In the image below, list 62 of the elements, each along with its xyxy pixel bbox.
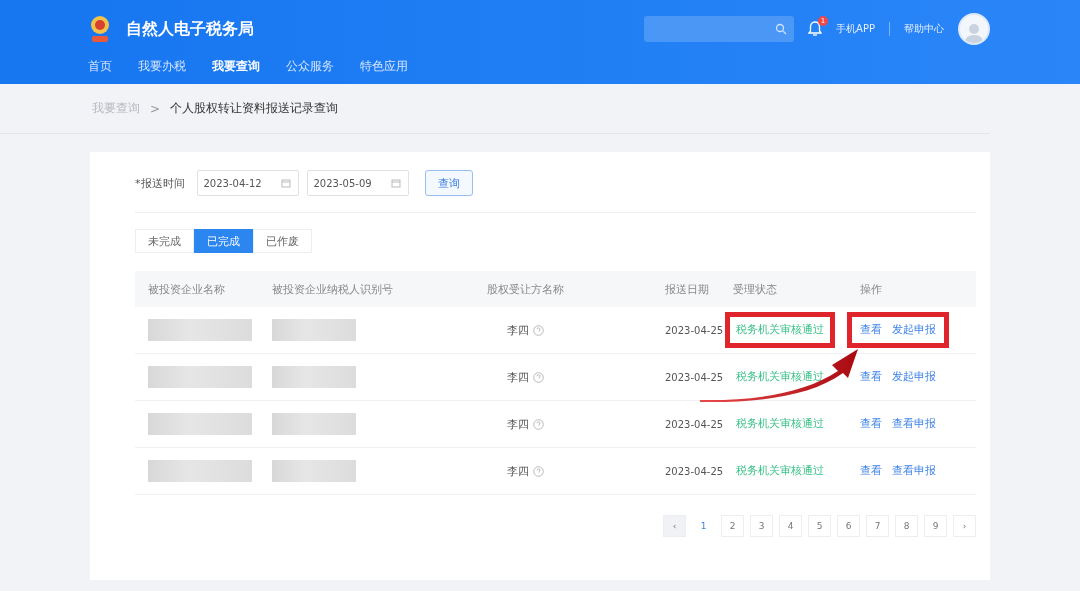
column-header: 操作 bbox=[860, 281, 883, 297]
status-text: 税务机关审核通过 bbox=[725, 312, 835, 348]
action-link[interactable]: 查看 bbox=[860, 323, 882, 337]
action-link[interactable]: 查看申报 bbox=[892, 464, 936, 478]
nav-tab[interactable]: 首页 bbox=[88, 58, 112, 75]
status-tab[interactable]: 已作废 bbox=[253, 229, 312, 253]
table-cell-text: 2023-04-25 bbox=[665, 324, 725, 336]
status-text: 税务机关审核通过 bbox=[735, 416, 825, 432]
column-header: 受理状态 bbox=[733, 281, 778, 297]
field-label: *报送时间 bbox=[135, 175, 185, 191]
page-button[interactable]: 2 bbox=[721, 515, 744, 537]
status-text: 税务机关审核通过 bbox=[735, 463, 825, 479]
emblem-icon bbox=[88, 14, 112, 44]
page-button[interactable]: 3 bbox=[750, 515, 773, 537]
column-header: 被投资企业名称 bbox=[148, 281, 226, 297]
help-icon[interactable] bbox=[532, 465, 544, 477]
avatar[interactable] bbox=[958, 13, 990, 45]
page-button[interactable]: 6 bbox=[837, 515, 860, 537]
query-button[interactable]: 查询 bbox=[424, 170, 473, 196]
header-link[interactable]: 帮助中心 bbox=[904, 22, 944, 36]
action-link[interactable]: 查看 bbox=[860, 370, 882, 384]
bell-icon[interactable] bbox=[808, 21, 823, 37]
calendar-icon bbox=[280, 178, 291, 188]
nav-tab[interactable]: 特色应用 bbox=[360, 58, 408, 75]
page-button[interactable]: 5 bbox=[808, 515, 831, 537]
date-field[interactable]: 2023-04-12 bbox=[196, 170, 299, 196]
status-text: 税务机关审核通过 bbox=[735, 369, 825, 385]
column-header: 股权受让方名称 bbox=[485, 281, 565, 297]
date-field[interactable]: 2023-05-09 bbox=[306, 170, 409, 196]
action-link[interactable]: 发起申报 bbox=[892, 323, 936, 337]
page-button[interactable]: 9 bbox=[924, 515, 947, 537]
next-page-button[interactable]: › bbox=[953, 515, 976, 537]
action-link[interactable]: 查看 bbox=[860, 464, 882, 478]
table-cell: 李四 bbox=[506, 463, 529, 479]
action-link[interactable]: 查看申报 bbox=[892, 417, 936, 431]
column-header: 被投资企业纳税人识别号 bbox=[272, 281, 394, 297]
calendar-icon bbox=[390, 178, 401, 188]
nav-tab[interactable]: 我要办税 bbox=[138, 58, 186, 75]
table-cell-text: 2023-04-25 bbox=[665, 371, 725, 383]
table-cell-text: 2023-04-25 bbox=[665, 465, 725, 477]
table-cell-text: 2023-04-25 bbox=[665, 418, 725, 430]
breadcrumb-current: 个人股权转让资料报送记录查询 bbox=[170, 100, 339, 117]
action-link[interactable]: 查看 bbox=[860, 417, 882, 431]
page-button[interactable]: 8 bbox=[895, 515, 918, 537]
header-link[interactable]: 手机APP bbox=[836, 22, 875, 36]
status-tab[interactable]: 未完成 bbox=[135, 229, 194, 253]
search-icon bbox=[775, 23, 788, 35]
help-icon[interactable] bbox=[532, 371, 544, 383]
page-button[interactable]: 7 bbox=[866, 515, 889, 537]
column-header: 报送日期 bbox=[665, 281, 710, 297]
action-link[interactable]: 发起申报 bbox=[892, 370, 936, 384]
page-button[interactable]: 4 bbox=[779, 515, 802, 537]
help-icon[interactable] bbox=[532, 324, 544, 336]
table-cell: 李四 bbox=[506, 369, 529, 385]
help-icon[interactable] bbox=[532, 418, 544, 430]
status-tab[interactable]: 已完成 bbox=[194, 229, 253, 253]
nav-tab[interactable]: 我要查询 bbox=[212, 58, 260, 75]
nav-tab[interactable]: 公众服务 bbox=[286, 58, 334, 75]
site-title: 自然人电子税务局 bbox=[126, 18, 254, 40]
breadcrumb-separator: > bbox=[150, 101, 161, 116]
table-cell: 李四 bbox=[506, 416, 529, 432]
table-cell: 李四 bbox=[506, 322, 529, 338]
